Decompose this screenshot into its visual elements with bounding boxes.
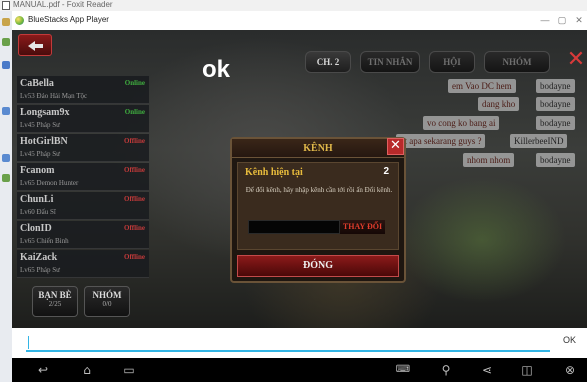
friend-item[interactable]: ClonID Lv65 Chiến Binh Offline: [17, 221, 149, 249]
chat-message-text: em Vao DC hem: [448, 79, 516, 93]
friend-status: Online: [124, 79, 145, 87]
friend-name: HotGirlBN: [20, 136, 68, 147]
current-channel-label: Kênh hiện tại: [245, 167, 303, 178]
dialog-body: Kênh hiện tại 2 Để đổi kênh, hãy nhập kê…: [237, 162, 399, 250]
friend-status: Offline: [124, 224, 145, 232]
chat-message-text: nhom nhom: [463, 153, 515, 167]
window-title: BlueStacks App Player: [28, 15, 109, 24]
current-channel-value: 2: [383, 166, 389, 177]
keyboard-icon[interactable]: ⌨: [392, 362, 414, 378]
friend-name: ClonID: [20, 223, 52, 234]
friend-name: Longsam9x: [20, 107, 70, 118]
friends-button-label: BẠN BÈ: [38, 290, 72, 300]
back-button[interactable]: [18, 34, 52, 56]
friend-status: Offline: [124, 166, 145, 174]
friend-item[interactable]: HotGirlBN Lv45 Pháp Sư Offline: [17, 134, 149, 162]
maximize-button[interactable]: ▢: [554, 14, 570, 27]
close-icon[interactable]: ⊗: [561, 362, 579, 378]
app-icon: [2, 107, 10, 115]
friend-status: Offline: [124, 137, 145, 145]
dialog-close-button[interactable]: ĐÓNG: [237, 255, 399, 277]
app-icon: [2, 154, 10, 162]
android-navbar: ↩ ⌂ ▭ ⌨ ⚲ ⋖ ◫ ⊗: [12, 358, 587, 382]
friend-status: Online: [124, 108, 145, 116]
friend-subtitle: Lv45 Pháp Sư: [20, 121, 60, 129]
tab-group[interactable]: NHÓM: [484, 51, 550, 73]
home-icon[interactable]: ⌂: [76, 362, 98, 378]
friend-subtitle: Lv45 Pháp Sư: [20, 150, 60, 158]
text-input-field[interactable]: [26, 350, 550, 352]
window-titlebar: BlueStacks App Player — ▢ ✕: [12, 11, 587, 30]
recent-apps-icon[interactable]: ▭: [118, 362, 140, 378]
friend-subtitle: Lv65 Demon Hunter: [20, 179, 79, 187]
game-screen: ok CH. 2 TIN NHẮN HỘI NHÓM ✕ CaBella Lv5…: [12, 30, 587, 328]
document-icon: [2, 1, 10, 10]
chat-message-user[interactable]: bodayne: [536, 97, 575, 111]
chat-message-text: vo cong ko bang ai: [423, 116, 500, 130]
tab-channel[interactable]: CH. 2: [305, 51, 351, 73]
groups-button[interactable]: NHÓM 0/0: [84, 286, 130, 317]
friend-subtitle: Lv60 Đấu Sĩ: [20, 208, 56, 216]
friend-list: CaBella Lv53 Đảo Hải Mạn Tộc Online Long…: [17, 76, 149, 278]
tab-messages[interactable]: TIN NHẮN: [360, 51, 420, 73]
dialog-title: KÊNH: [232, 139, 404, 158]
dialog-description: Để đổi kênh, hãy nhập kênh cần tới rồi ấ…: [245, 186, 393, 194]
change-channel-button[interactable]: THAY ĐỔI: [340, 220, 385, 234]
text-caret: [28, 336, 29, 349]
tab-guild[interactable]: HỘI: [429, 51, 475, 73]
friend-name: CaBella: [20, 78, 54, 89]
chat-message-user[interactable]: KillerbeeIND: [510, 134, 568, 148]
friends-button[interactable]: BẠN BÈ 2/25: [32, 286, 78, 317]
bluestacks-logo-icon: [15, 16, 24, 25]
friend-status: Offline: [124, 195, 145, 203]
friend-item[interactable]: KaiZack Lv65 Pháp Sư Offline: [17, 250, 149, 278]
back-icon[interactable]: ↩: [32, 362, 54, 378]
window-icon[interactable]: ◫: [518, 362, 536, 378]
input-ok-button[interactable]: OK: [563, 335, 576, 345]
background-app-title: MANUAL.pdf - Foxit Reader: [13, 0, 113, 9]
friends-button-count: 2/25: [48, 300, 62, 308]
app-icon: [2, 174, 10, 182]
chat-close-icon[interactable]: ✕: [565, 49, 587, 72]
friend-item[interactable]: ChunLi Lv60 Đấu Sĩ Offline: [17, 192, 149, 220]
groups-button-count: 0/0: [102, 300, 112, 308]
chat-message-user[interactable]: bodayne: [536, 79, 575, 93]
friend-status: Offline: [124, 253, 145, 261]
friend-subtitle: Lv53 Đảo Hải Mạn Tộc: [20, 92, 88, 100]
share-icon[interactable]: ⋖: [478, 362, 496, 378]
groups-button-label: NHÓM: [92, 290, 122, 300]
app-icon: [2, 61, 10, 69]
friend-item[interactable]: Fcanom Lv65 Demon Hunter Offline: [17, 163, 149, 191]
channel-dialog: KÊNH ✕ Kênh hiện tại 2 Để đổi kênh, hãy …: [230, 137, 406, 283]
friend-name: Fcanom: [20, 165, 55, 176]
app-icon: [2, 38, 10, 46]
background-app-sidebar: [0, 11, 12, 382]
window-close-button[interactable]: ✕: [571, 14, 587, 27]
friend-subtitle: Lv65 Pháp Sư: [20, 266, 60, 274]
overlay-text: ok: [202, 56, 231, 83]
chat-message-user[interactable]: bodayne: [536, 116, 575, 130]
background-app-titlebar: MANUAL.pdf - Foxit Reader: [0, 0, 587, 11]
chat-message-text: pt apa sekarang guys ?: [396, 134, 486, 148]
channel-input[interactable]: [248, 220, 340, 234]
friend-item[interactable]: Longsam9x Lv45 Pháp Sư Online: [17, 105, 149, 133]
minimize-button[interactable]: —: [537, 14, 553, 27]
location-icon[interactable]: ⚲: [437, 362, 455, 378]
chat-message-text: dang kho: [478, 97, 520, 111]
dialog-close-icon[interactable]: ✕: [387, 138, 404, 155]
friend-name: KaiZack: [20, 252, 58, 263]
friend-subtitle: Lv65 Chiến Binh: [20, 237, 69, 245]
bluestacks-window: BlueStacks App Player — ▢ ✕ ok CH. 2 TIN…: [12, 11, 587, 382]
text-input-bar: OK: [12, 328, 587, 358]
folder-icon: [2, 18, 10, 26]
friend-item[interactable]: CaBella Lv53 Đảo Hải Mạn Tộc Online: [17, 76, 149, 104]
chat-message-user[interactable]: bodayne: [536, 153, 575, 167]
back-arrow-shaft: [34, 44, 43, 48]
friend-name: ChunLi: [20, 194, 54, 205]
